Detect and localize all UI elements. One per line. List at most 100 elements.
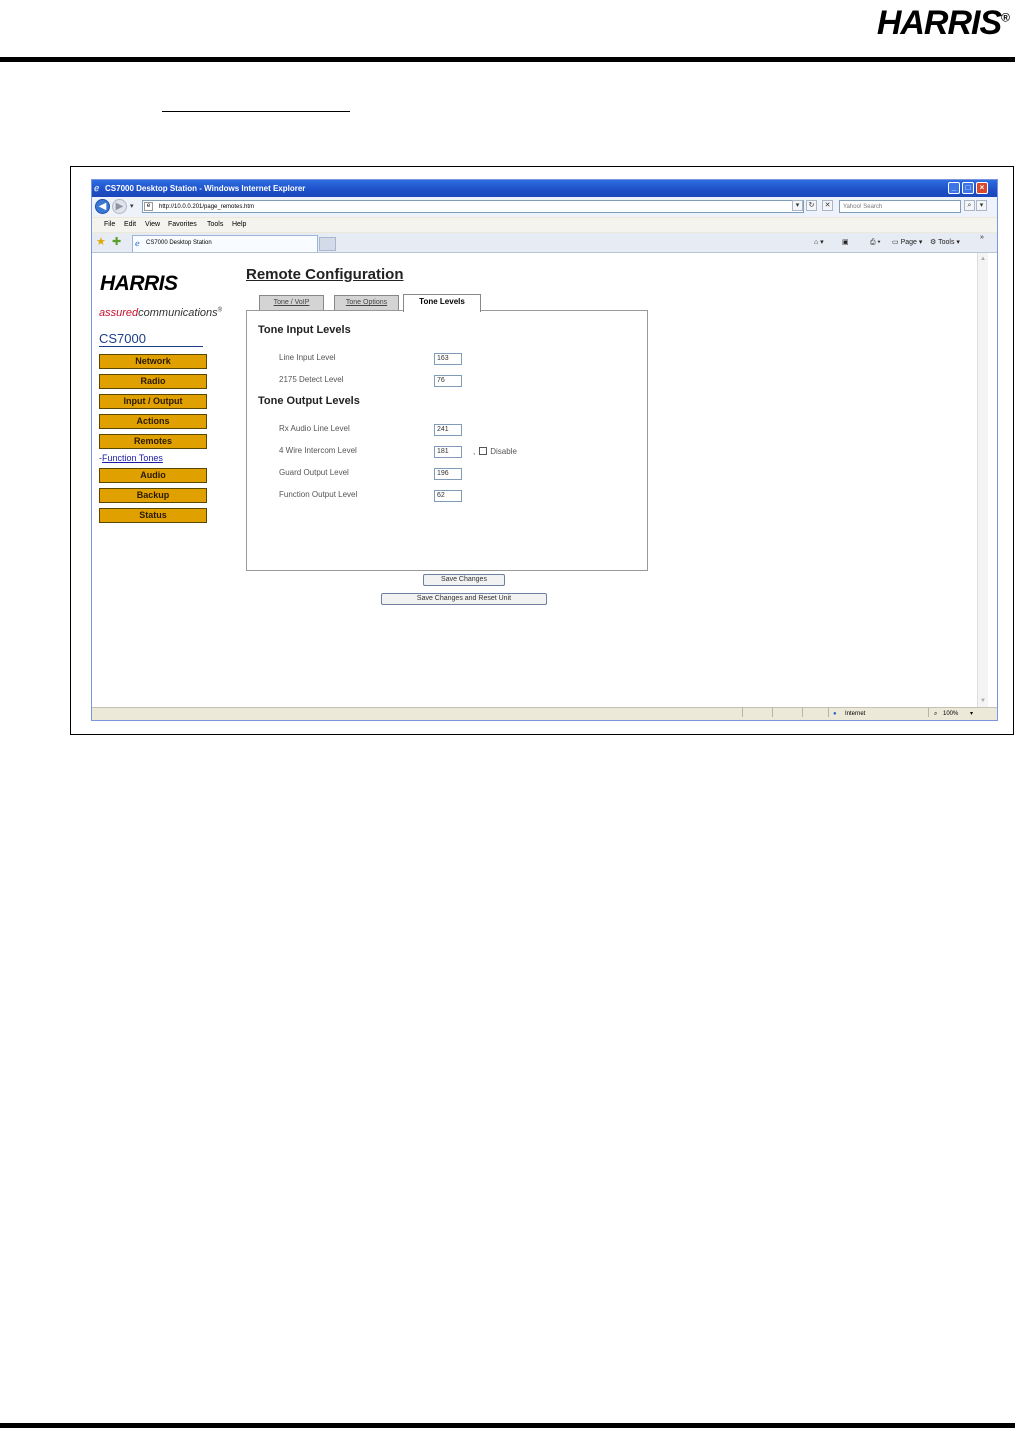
feeds-icon[interactable]: ▣ bbox=[842, 236, 849, 250]
menu-favorites[interactable]: Favorites bbox=[168, 218, 197, 232]
zoom-level[interactable]: 100% bbox=[943, 708, 958, 720]
stop-icon[interactable]: ✕ bbox=[822, 200, 833, 211]
scroll-up-icon[interactable]: ▲ bbox=[978, 254, 988, 264]
nav-actions-button[interactable]: Actions bbox=[99, 414, 207, 429]
menu-tools[interactable]: Tools bbox=[207, 218, 223, 232]
gear-icon: ⚙ bbox=[930, 239, 937, 246]
status-divider bbox=[772, 708, 773, 717]
address-toolbar: ◀ ▶ ▾ http://10.0.0.201/page_remotes.htm… bbox=[92, 197, 997, 217]
product-underline bbox=[99, 346, 203, 347]
save-changes-button[interactable]: Save Changes bbox=[423, 574, 505, 586]
line-input-label: Line Input Level bbox=[279, 353, 336, 362]
menu-file[interactable]: File bbox=[104, 218, 115, 232]
disable-label: Disable bbox=[490, 447, 517, 456]
address-dropdown-icon[interactable]: ▾ bbox=[792, 200, 803, 211]
rx-audio-field[interactable]: 241 bbox=[434, 424, 462, 436]
function-output-field[interactable]: 62 bbox=[434, 490, 462, 502]
browser-tab[interactable]: CS7000 Desktop Station bbox=[132, 235, 318, 252]
harris-document-logo: HARRIS® bbox=[876, 4, 1010, 42]
window-title: CS7000 Desktop Station - Windows Interne… bbox=[105, 184, 306, 193]
separator-comma: , bbox=[473, 447, 476, 456]
zoom-dropdown-icon[interactable]: ▾ bbox=[970, 708, 973, 720]
page-icon: e bbox=[144, 202, 153, 211]
security-zone: Internet bbox=[845, 711, 866, 717]
nav-input-output-button[interactable]: Input / Output bbox=[99, 394, 207, 409]
tone-levels-panel: Tone Input Levels Line Input Level 163 2… bbox=[246, 310, 648, 571]
guard-output-field[interactable]: 196 bbox=[434, 468, 462, 480]
status-divider bbox=[828, 708, 829, 717]
zoom-icon: ⌕ bbox=[934, 711, 938, 717]
status-divider bbox=[742, 708, 743, 717]
nav-network-button[interactable]: Network bbox=[99, 354, 207, 369]
vertical-scrollbar[interactable]: ▲ ▼ bbox=[977, 253, 988, 707]
detect-level-label: 2175 Detect Level bbox=[279, 375, 344, 384]
page-menu-label: Page bbox=[900, 239, 917, 246]
page-viewport: HARRIS assuredcommunications® CS7000 Net… bbox=[92, 253, 997, 707]
favorites-star-icon[interactable]: ★ bbox=[96, 235, 106, 248]
save-and-reset-button[interactable]: Save Changes and Reset Unit bbox=[381, 593, 547, 605]
page-menu-icon: ▭ bbox=[892, 239, 899, 246]
tone-output-heading: Tone Output Levels bbox=[258, 395, 360, 407]
nav-status-button[interactable]: Status bbox=[99, 508, 207, 523]
tagline-mark: ® bbox=[217, 307, 223, 314]
back-arrow-icon[interactable]: ◀ bbox=[95, 199, 110, 214]
scroll-down-icon[interactable]: ▼ bbox=[978, 696, 988, 706]
intercom-level-field[interactable]: 181 bbox=[434, 446, 462, 458]
favorites-bar: ★ ✚ CS7000 Desktop Station ℯ ⌂ ▾ ▣ ⎙ ▾ ▭… bbox=[92, 233, 997, 253]
tone-input-heading: Tone Input Levels bbox=[258, 324, 351, 336]
tagline-assured: assured bbox=[99, 307, 139, 319]
tab-ie-icon: ℯ bbox=[135, 239, 140, 248]
search-options-icon[interactable]: ▾ bbox=[976, 200, 987, 211]
nav-backup-button[interactable]: Backup bbox=[99, 488, 207, 503]
ie-logo-icon: ℯ bbox=[94, 183, 100, 193]
rx-audio-label: Rx Audio Line Level bbox=[279, 424, 350, 433]
menu-help[interactable]: Help bbox=[232, 218, 246, 232]
detect-level-field[interactable]: 76 bbox=[434, 375, 462, 387]
history-dropdown-icon[interactable]: ▾ bbox=[130, 202, 134, 210]
nav-remotes-button[interactable]: Remotes bbox=[99, 434, 207, 449]
address-bar[interactable]: http://10.0.0.201/page_remotes.htm bbox=[142, 200, 804, 213]
footer-rule bbox=[0, 1423, 1015, 1428]
nav-audio-button[interactable]: Audio bbox=[99, 468, 207, 483]
status-divider bbox=[802, 708, 803, 717]
browser-window: ℯ CS7000 Desktop Station - Windows Inter… bbox=[91, 179, 998, 721]
close-icon[interactable]: × bbox=[976, 182, 988, 194]
tab-tone-levels[interactable]: Tone Levels bbox=[403, 294, 481, 312]
status-divider bbox=[928, 708, 929, 717]
chevron-more-icon[interactable]: » bbox=[980, 231, 984, 245]
harris-logo: HARRIS bbox=[100, 272, 178, 295]
function-output-label: Function Output Level bbox=[279, 490, 358, 499]
add-favorite-icon[interactable]: ✚ bbox=[112, 235, 121, 248]
nav-radio-button[interactable]: Radio bbox=[99, 374, 207, 389]
tab-tone-options[interactable]: Tone Options bbox=[334, 295, 399, 311]
menu-edit[interactable]: Edit bbox=[124, 218, 136, 232]
new-tab-button[interactable] bbox=[319, 237, 336, 251]
page-title: Remote Configuration bbox=[246, 266, 404, 283]
tools-menu-label: Tools bbox=[938, 239, 955, 246]
menu-bar: File Edit View Favorites Tools Help bbox=[92, 218, 997, 232]
maximize-icon[interactable]: □ bbox=[962, 182, 974, 194]
line-input-field[interactable]: 163 bbox=[434, 353, 462, 365]
menu-view[interactable]: View bbox=[145, 218, 160, 232]
home-icon[interactable]: ⌂ ▾ bbox=[814, 236, 824, 250]
page-menu[interactable]: ▭ Page ▾ bbox=[892, 236, 922, 250]
nav-function-tones: -Function Tones bbox=[99, 453, 163, 463]
status-bar: ● Internet ⌕ 100% ▾ bbox=[92, 707, 997, 720]
minimize-icon[interactable]: _ bbox=[948, 182, 960, 194]
guard-output-label: Guard Output Level bbox=[279, 468, 349, 477]
function-tones-link[interactable]: Function Tones bbox=[102, 453, 163, 463]
disable-checkbox[interactable] bbox=[479, 447, 488, 455]
harris-tagline: assuredcommunications® bbox=[99, 307, 222, 319]
forward-arrow-icon[interactable]: ▶ bbox=[112, 199, 127, 214]
print-icon[interactable]: ⎙ ▾ bbox=[870, 236, 881, 250]
window-title-bar[interactable]: ℯ CS7000 Desktop Station - Windows Inter… bbox=[92, 180, 997, 197]
search-icon[interactable]: ⌕ bbox=[964, 200, 975, 211]
intercom-level-label: 4 Wire Intercom Level bbox=[279, 446, 357, 455]
refresh-icon[interactable]: ↻ bbox=[806, 200, 817, 211]
tools-menu[interactable]: ⚙ Tools ▾ bbox=[930, 236, 960, 250]
disable-option: , Disable bbox=[473, 447, 517, 456]
globe-icon: ● bbox=[833, 711, 837, 717]
tab-tone-voip[interactable]: Tone / VoIP bbox=[259, 295, 324, 311]
header-rule bbox=[0, 57, 1015, 62]
search-input[interactable]: Yahoo! Search bbox=[839, 200, 961, 213]
